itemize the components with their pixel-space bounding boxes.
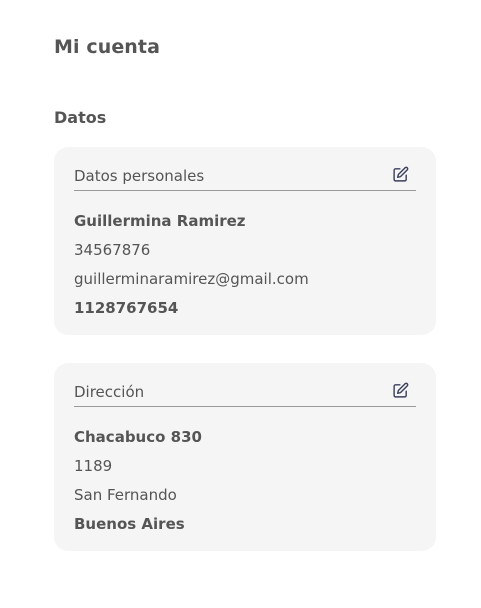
- province: Buenos Aires: [74, 515, 185, 533]
- personal-data-title: Datos personales: [74, 167, 205, 185]
- edit-icon: [392, 382, 408, 398]
- personal-data-card: Datos personales Guillermina Ramirez 345…: [54, 147, 436, 335]
- street-address: Chacabuco 830: [74, 428, 202, 446]
- address-card: Dirección Chacabuco 830 1189 San Fernand…: [54, 363, 436, 551]
- page-title: Mi cuenta: [54, 36, 161, 58]
- edit-address-button[interactable]: [390, 380, 410, 400]
- section-title: Datos: [54, 108, 107, 127]
- personal-data-list: Guillermina Ramirez 34567876 guillermina…: [74, 207, 416, 323]
- address-title: Dirección: [74, 383, 145, 401]
- document-number: 34567876: [74, 241, 151, 259]
- address-card-header: Dirección: [74, 380, 416, 407]
- email-address: guillerminaramirez@gmail.com: [74, 270, 309, 288]
- phone-number: 1128767654: [74, 299, 179, 317]
- city: San Fernando: [74, 486, 177, 504]
- edit-personal-data-button[interactable]: [390, 164, 410, 184]
- full-name: Guillermina Ramirez: [74, 212, 246, 230]
- personal-data-card-header: Datos personales: [74, 164, 416, 191]
- edit-icon: [392, 166, 408, 182]
- address-list: Chacabuco 830 1189 San Fernando Buenos A…: [74, 423, 416, 539]
- postal-code: 1189: [74, 457, 113, 475]
